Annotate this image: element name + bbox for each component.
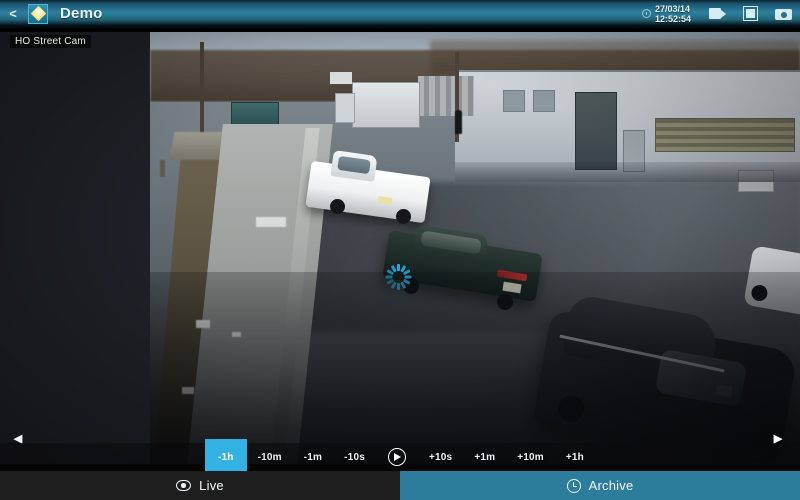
tab-live[interactable]: Live [0,471,400,500]
clock-icon [566,478,581,493]
seek-plus-1h-button[interactable]: +1h [555,443,595,471]
seek-plus-10s-button[interactable]: +10s [418,443,463,471]
video-player[interactable]: HO Street Cam ◀ ▶ -1h -10m -1m -10s +10s… [0,28,800,471]
camera-name-label: HO Street Cam [10,35,91,48]
tab-archive[interactable]: Archive [400,471,800,500]
scene-pedestrian [455,110,462,134]
video-surveillance-app: < Demo 27/03/14 12:52:54 HO Street Cam ◀… [0,0,800,500]
clock-icon [641,9,651,18]
loading-spinner-icon [385,264,411,290]
video-camera-icon [709,8,726,19]
scene-white-pickup-truck [305,147,431,229]
scene-pallets [418,76,474,116]
playback-control-bar: -1h -10m -1m -10s +10s +1m +10m +1h [0,439,800,471]
page-title: Demo [60,5,103,22]
play-button-icon [387,448,406,466]
seek-minus-1m-button[interactable]: -1m [293,443,333,471]
bottom-tab-bar: Live Archive [0,471,800,500]
back-button[interactable]: < [0,0,26,28]
scene-post [200,42,204,134]
video-frame [0,32,800,464]
seek-minus-10m-button[interactable]: -10m [247,443,293,471]
eye-icon [176,480,192,491]
scene-foreground-shade [150,272,800,464]
scene-pedestrian-2 [160,160,165,177]
scene-building [455,70,800,192]
record-video-button[interactable] [701,0,734,28]
play-button[interactable] [376,443,418,471]
app-header: < Demo 27/03/14 12:52:54 [0,0,800,28]
snapshot-button[interactable] [767,0,800,28]
tab-archive-label: Archive [588,478,634,493]
tab-live-label: Live [199,478,224,493]
seek-plus-1m-button[interactable]: +1m [463,443,506,471]
seek-minus-1h-button[interactable]: -1h [205,439,247,471]
app-logo-icon [28,3,48,24]
photo-camera-icon [775,7,792,20]
scene-box-truck [335,82,420,128]
square-frame-icon [743,6,758,21]
header-datetime: 27/03/14 12:52:54 [641,3,691,24]
header-date: 27/03/14 [654,3,691,14]
seek-plus-10m-button[interactable]: +10m [506,443,555,471]
header-time: 12:52:54 [654,13,691,24]
seek-minus-10s-button[interactable]: -10s [333,443,376,471]
header-actions: 27/03/14 12:52:54 [641,0,800,28]
scene-sign [330,72,352,84]
stop-button[interactable] [734,0,767,28]
